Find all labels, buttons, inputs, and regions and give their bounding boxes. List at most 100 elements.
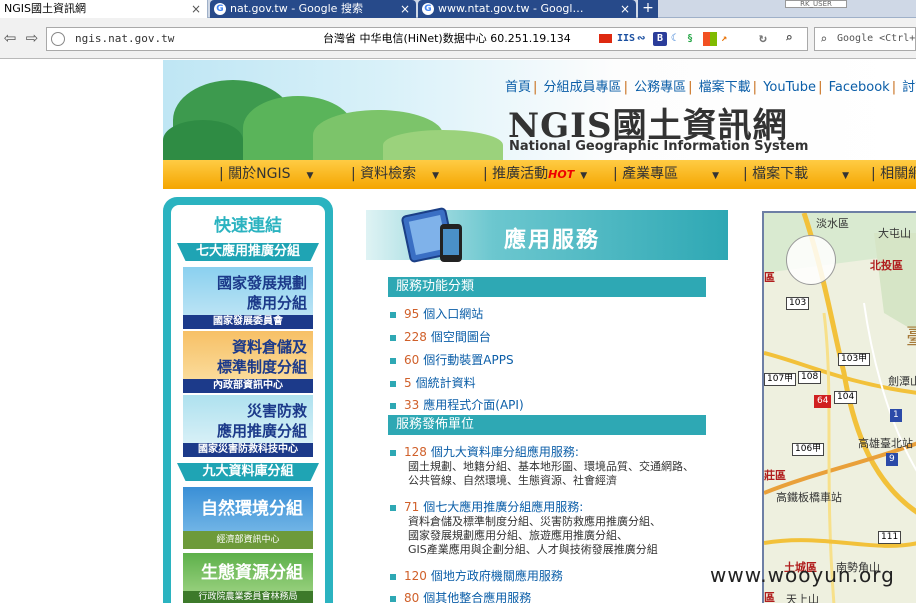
tab-title: nat.gov.tw - Google 搜索 xyxy=(230,2,363,15)
bullet-icon xyxy=(390,595,396,602)
menu-related[interactable]: | 相關網 xyxy=(871,160,916,189)
link-official[interactable]: 公務專區 xyxy=(634,80,686,95)
list-item[interactable]: 80 個其他整合應用服務 xyxy=(390,589,531,603)
map-label: 大屯山 xyxy=(878,227,911,240)
hot-badge: HOT xyxy=(548,168,575,181)
list-item[interactable]: 60 個行動裝置APPS xyxy=(390,351,514,368)
site-logo-subtitle: National Geographic Information System xyxy=(509,139,809,154)
list-item[interactable]: 33 應用程式介面(API) xyxy=(390,396,524,413)
list-item[interactable]: 95 個入口網站 xyxy=(390,305,483,322)
banner-unit: 國家災害防救科技中心 xyxy=(183,443,313,457)
road-shield: 9 xyxy=(886,453,898,466)
back-arrow-icon[interactable]: ⇦ xyxy=(0,28,20,48)
chart-extension-icon[interactable]: ↗ xyxy=(721,32,727,46)
browser-tab-bar: NGIS國土資訊網 × G nat.gov.tw - Google 搜索 × G… xyxy=(0,0,916,18)
map-label: 莊區 xyxy=(764,469,786,482)
map-label: 臺 xyxy=(906,319,916,351)
bullet-icon xyxy=(390,311,396,318)
list-item[interactable]: 5 個統計資料 xyxy=(390,374,476,391)
quick-links-title: 快速連結 xyxy=(214,216,282,236)
watermark: www.wooyun.org xyxy=(710,563,895,587)
map-pan-control[interactable] xyxy=(786,235,836,285)
link-home[interactable]: 首頁 xyxy=(505,80,531,95)
windows-extension-icon[interactable] xyxy=(703,32,717,46)
new-tab-button[interactable]: + xyxy=(638,0,658,18)
list-item[interactable]: 128 個九大資料庫分組應用服務: xyxy=(390,443,579,460)
banner-disaster-prevention[interactable]: 災害防救 應用推廣分組 國家災害防救科技中心 xyxy=(183,395,313,457)
quick-links-panel: 快速連結 七大應用推廣分組 國家發展規劃 應用分組 國家發展委員會 資料倉儲及 標準… xyxy=(171,205,325,603)
close-tab-icon[interactable]: × xyxy=(191,0,201,18)
b-extension-icon[interactable]: B xyxy=(653,32,667,46)
group-header-seven: 七大應用推廣分組 xyxy=(177,243,319,261)
user-badge: RK_USER xyxy=(785,0,847,8)
isp-info: 台灣省 中华电信(HiNet)数据中心 60.251.19.134 xyxy=(323,32,571,45)
banner-unit: 國家發展委員會 xyxy=(183,315,313,329)
banner-title: 災害防救 應用推廣分組 xyxy=(216,402,307,440)
link-youtube[interactable]: YouTube xyxy=(763,80,816,95)
menu-about[interactable]: | 關於NGIS ▼ xyxy=(219,160,313,189)
close-tab-icon[interactable]: × xyxy=(620,0,630,18)
menu-downloads[interactable]: | 檔案下載 ▼ xyxy=(743,160,849,189)
banner-unit: 經濟部資訊中心 xyxy=(183,531,313,549)
list-item[interactable]: 120 個地方政府機關應用服務 xyxy=(390,567,563,584)
tab-ngis[interactable]: NGIS國土資訊網 × xyxy=(0,0,208,18)
banner-title: 國家發展規劃 應用分組 xyxy=(216,274,307,312)
group-header-nine: 九大資料庫分組 xyxy=(177,463,319,481)
banner-title: 生態資源分組 xyxy=(201,563,303,583)
road-shield: 104 xyxy=(834,391,858,404)
google-icon: G xyxy=(214,3,226,15)
menu-industry[interactable]: | 產業專區 ▼ xyxy=(613,160,719,189)
s-extension-icon[interactable]: § xyxy=(687,32,693,46)
app-service-header: 應用服務 xyxy=(366,207,728,263)
road-shield: 111 xyxy=(878,531,902,544)
link-members[interactable]: 分組成員專區 xyxy=(544,80,622,95)
refresh-icon[interactable]: ↻ xyxy=(759,32,767,46)
banner-national-development[interactable]: 國家發展規劃 應用分組 國家發展委員會 xyxy=(183,267,313,329)
road-shield: 106甲 xyxy=(792,443,825,456)
tablet-phone-icon xyxy=(401,207,462,263)
wave-extension-icon[interactable]: ∾ xyxy=(637,32,645,46)
map-label: 天上山 xyxy=(786,593,819,603)
tab-title: NGIS國土資訊網 xyxy=(4,2,86,15)
banner-title: 資料倉儲及 標準制度分組 xyxy=(216,338,307,376)
dropdown-arrow-icon: ▼ xyxy=(306,171,314,181)
menu-data-search[interactable]: | 資料檢索 ▼ xyxy=(351,160,439,189)
app-service-panel: 應用服務 服務功能分類 95 個入口網站 228 個空間圖台 60 個行動裝置APPS… xyxy=(366,207,728,603)
close-tab-icon[interactable]: × xyxy=(400,0,410,18)
search-input[interactable]: ⌕ Google <Ctrl+K> xyxy=(814,27,916,51)
forward-arrow-icon[interactable]: ⇨ xyxy=(22,28,42,48)
map-panel[interactable]: 淡水區 大屯山 北投區 區 臺 103 103甲 107甲 108 104 64… xyxy=(762,211,916,603)
banner-data-warehouse[interactable]: 資料倉儲及 標準制度分組 內政部資訊中心 xyxy=(183,331,313,393)
dropdown-arrow-icon: ▼ xyxy=(712,171,720,181)
app-service-title: 應用服務 xyxy=(504,228,601,253)
list-item[interactable]: 228 個空間圖台 xyxy=(390,328,491,345)
banner-natural-environment[interactable]: 自然環境分組 經濟部資訊中心 xyxy=(183,487,313,549)
moon-extension-icon[interactable]: ☾ xyxy=(671,32,677,46)
tab-google-search-2[interactable]: G www.ntat.gov.tw - Googl… × xyxy=(418,0,636,18)
road-shield: 108 xyxy=(798,371,822,384)
decorative-hill xyxy=(383,130,503,160)
address-bar[interactable]: ngis.nat.gov.tw 台灣省 中华电信(HiNet)数据中心 60.2… xyxy=(46,27,808,51)
link-forum[interactable]: 討論區 xyxy=(902,80,916,95)
banner-unit: 行政院農業委員會林務局 xyxy=(183,591,313,603)
google-icon: G xyxy=(422,3,434,15)
road-shield: 103甲 xyxy=(838,353,871,366)
globe-icon xyxy=(51,32,65,46)
iis-extension-icon[interactable]: IIS xyxy=(617,32,635,46)
screenshot-root: NGIS國土資訊網 × G nat.gov.tw - Google 搜索 × G… xyxy=(0,0,916,603)
quick-links-sidebar: 快速連結 七大應用推廣分組 國家發展規劃 應用分組 國家發展委員會 資料倉儲及 標準… xyxy=(163,197,333,603)
bullet-icon xyxy=(390,380,396,387)
dropdown-arrow-icon: ▼ xyxy=(842,171,850,181)
banner-ecological-resources[interactable]: 生態資源分組 行政院農業委員會林務局 xyxy=(183,553,313,603)
map-label: 區 xyxy=(764,591,775,603)
link-facebook[interactable]: Facebook xyxy=(829,80,890,95)
map-label: 區 xyxy=(764,271,775,284)
road-shield: 64 xyxy=(814,395,832,408)
menu-promotion[interactable]: | 推廣活動HOT ▼ xyxy=(483,160,587,189)
link-downloads[interactable]: 檔案下載 xyxy=(699,80,751,95)
url-text: ngis.nat.gov.tw xyxy=(75,32,175,45)
search-icon[interactable]: ⌕ xyxy=(785,32,793,46)
list-item[interactable]: 71 個七大應用推廣分組應用服務: xyxy=(390,498,583,515)
tab-title: www.ntat.gov.tw - Googl… xyxy=(438,2,584,15)
tab-google-search-1[interactable]: G nat.gov.tw - Google 搜索 × xyxy=(210,0,416,18)
